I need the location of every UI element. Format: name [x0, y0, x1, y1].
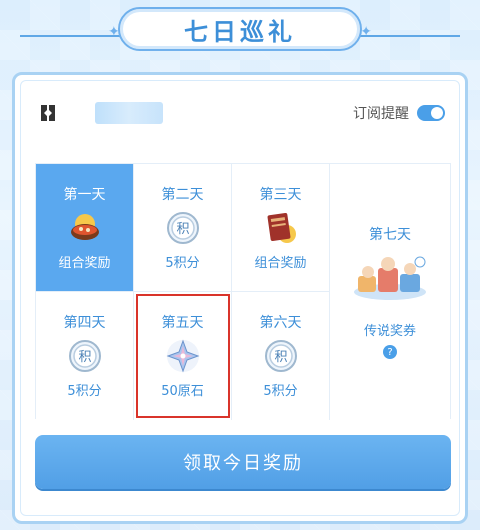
points-coin-icon: 积	[67, 338, 103, 374]
primogem-icon	[165, 338, 201, 374]
username-redacted	[95, 102, 163, 124]
reward-label: 组合奖励	[58, 256, 111, 271]
day-cell-3[interactable]: 第三天 组合奖励	[232, 164, 330, 292]
title-badge: 七日巡礼	[118, 7, 362, 51]
day-label: 第二天	[161, 187, 204, 203]
day-label: 第三天	[259, 187, 302, 203]
reward-label: 5积分	[165, 256, 200, 271]
subscribe-label: 订阅提醒	[353, 106, 409, 122]
hoyolab-logo-icon	[37, 102, 59, 124]
reward-grid: 第一天 组合奖励 第二天 积 5积分 第三天 组合奖励 第四天 积 5积分 第五…	[35, 163, 451, 420]
page-title: 七日巡礼	[184, 17, 296, 46]
day-label: 第五天	[161, 315, 204, 331]
day-cell-2[interactable]: 第二天 积 5积分	[134, 164, 232, 292]
claim-reward-label: 领取今日奖励	[183, 453, 303, 474]
panel-header: 订阅提醒	[37, 99, 445, 127]
reward-label: 50原石	[161, 384, 204, 399]
claim-reward-button[interactable]: 领取今日奖励	[35, 435, 451, 489]
day-label: 第四天	[63, 315, 106, 331]
points-coin-icon: 积	[165, 210, 201, 246]
reward-label: 传说奖券	[363, 324, 416, 339]
reward-label: 5积分	[67, 384, 102, 399]
day-label: 第六天	[259, 315, 302, 331]
day-cell-1[interactable]: 第一天 组合奖励	[36, 164, 134, 292]
points-coin-icon: 积	[263, 338, 299, 374]
reward-label: 组合奖励	[254, 256, 307, 271]
book-bundle-icon	[263, 210, 299, 246]
day-cell-4[interactable]: 第四天 积 5积分	[36, 292, 134, 420]
legend-ticket-icon	[350, 254, 430, 304]
title-banner: ✦ ✦ 七日巡礼	[0, 7, 480, 51]
subscribe-toggle[interactable]	[417, 105, 445, 121]
svg-text:积: 积	[274, 350, 287, 365]
sparkle-icon: ✦	[360, 24, 372, 40]
svg-text:积: 积	[176, 222, 189, 237]
day-cell-5[interactable]: 第五天 50原石	[134, 292, 232, 420]
help-icon[interactable]: ?	[383, 345, 397, 359]
day-cell-6[interactable]: 第六天 积 5积分	[232, 292, 330, 420]
day-cell-7[interactable]: 第七天 传说奖券 ?	[330, 164, 450, 420]
toggle-knob	[431, 107, 443, 119]
reward-label: 5积分	[263, 384, 298, 399]
checkin-panel: 订阅提醒 第一天 组合奖励 第二天 积 5积分 第三天 组合奖励 第四天 积 5…	[12, 72, 468, 524]
day-label: 第七天	[369, 227, 411, 243]
day-label: 第一天	[63, 187, 106, 203]
svg-text:积: 积	[78, 350, 91, 365]
food-bowl-icon	[67, 210, 103, 246]
